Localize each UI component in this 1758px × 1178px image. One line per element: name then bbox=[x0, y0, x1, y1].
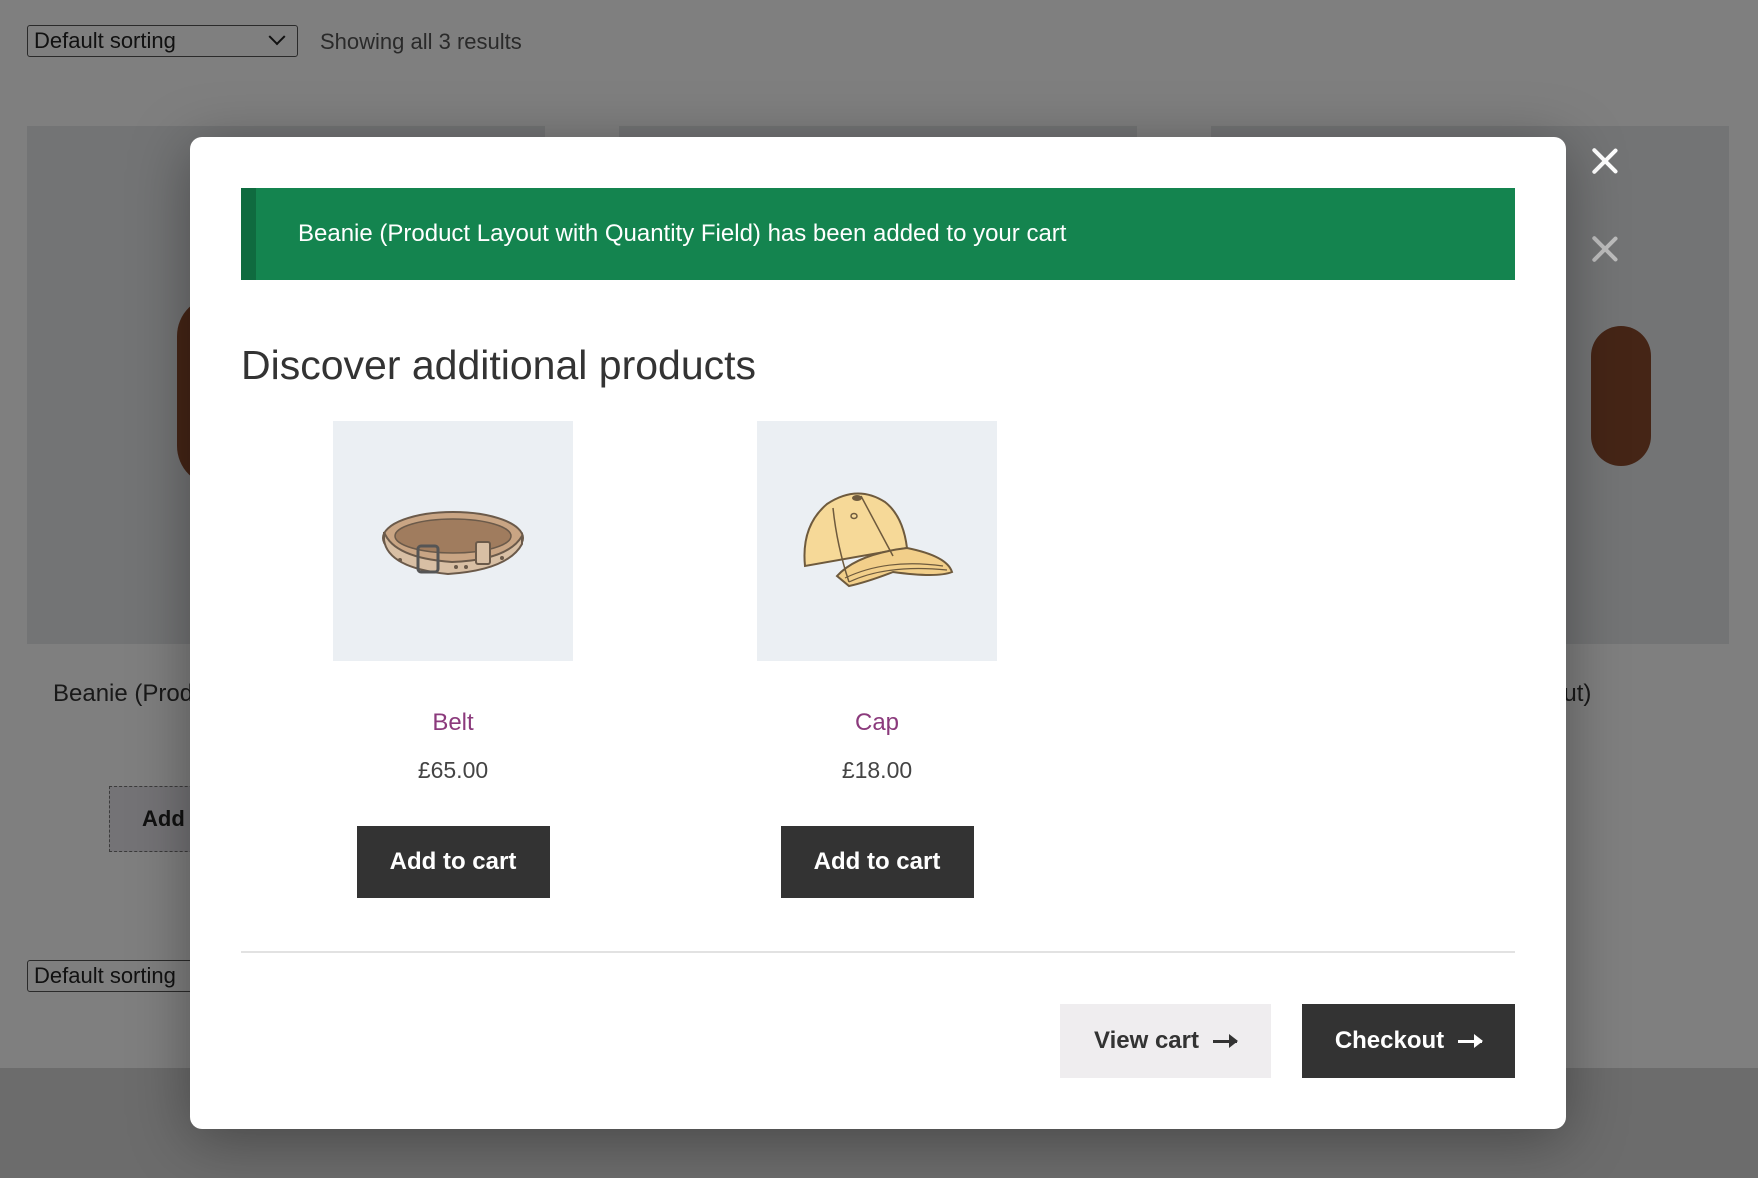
product-price: £65.00 bbox=[417, 757, 489, 783]
added-to-cart-modal: Beanie (Product Layout with Quantity Fie… bbox=[190, 137, 1566, 1129]
notice-text: Beanie (Product Layout with Quantity Fie… bbox=[298, 220, 1067, 247]
product-thumbnail[interactable] bbox=[757, 421, 997, 661]
arrow-right-icon bbox=[1458, 1033, 1484, 1048]
add-to-cart-button[interactable]: Add to cart bbox=[780, 826, 974, 898]
product-card: Cap £18.00 Add to cart bbox=[757, 421, 997, 898]
product-name-link[interactable]: Cap bbox=[757, 709, 997, 737]
cap-icon bbox=[803, 492, 954, 588]
product-card: Belt £65.00 Add to cart bbox=[333, 421, 573, 898]
product-thumbnail[interactable] bbox=[333, 421, 573, 661]
product-name-link[interactable]: Belt bbox=[333, 709, 573, 737]
close-icon[interactable] bbox=[1590, 234, 1620, 264]
product-price: £18.00 bbox=[841, 757, 913, 783]
belt-icon bbox=[382, 511, 524, 576]
checkout-button[interactable]: Checkout bbox=[1302, 1004, 1515, 1078]
success-notice: Beanie (Product Layout with Quantity Fie… bbox=[241, 188, 1515, 280]
close-modal-icon[interactable] bbox=[1590, 146, 1620, 176]
divider bbox=[241, 951, 1515, 953]
arrow-right-icon bbox=[1212, 1033, 1238, 1048]
add-to-cart-button[interactable]: Add to cart bbox=[356, 826, 550, 898]
view-cart-label: View cart bbox=[1094, 1027, 1199, 1054]
section-title: Discover additional products bbox=[241, 342, 757, 388]
checkout-label: Checkout bbox=[1334, 1027, 1445, 1054]
page: Default sorting Showing all 3 results Be… bbox=[0, 0, 1758, 1178]
view-cart-button[interactable]: View cart bbox=[1060, 1004, 1271, 1078]
